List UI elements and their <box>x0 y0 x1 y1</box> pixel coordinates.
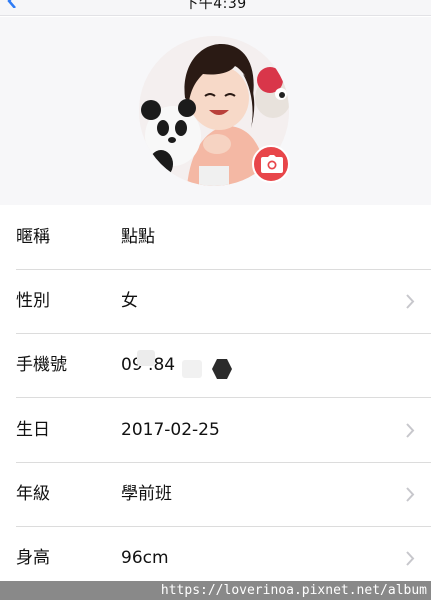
row-nickname[interactable]: 暱稱 點點 <box>0 205 431 269</box>
phone-label: 手機號 <box>16 355 67 375</box>
gender-label: 性別 <box>16 291 50 311</box>
row-grade[interactable]: 年級 學前班 <box>0 462 431 526</box>
chevron-right-icon <box>406 294 415 309</box>
birthday-label: 生日 <box>16 420 50 440</box>
gender-value: 女 <box>121 291 138 311</box>
row-gender[interactable]: 性別 女 <box>0 269 431 333</box>
row-birthday[interactable]: 生日 2017-02-25 <box>0 398 431 462</box>
change-photo-button[interactable] <box>252 145 290 183</box>
chevron-right-icon <box>406 551 415 566</box>
nickname-value: 點點 <box>121 227 155 247</box>
nickname-label: 暱稱 <box>16 227 50 247</box>
watermark-text: https://loverinoa.pixnet.net/album <box>160 583 427 598</box>
privacy-mask-hexagon <box>212 359 232 379</box>
status-time: 下午4:39 <box>184 0 247 12</box>
birthday-value: 2017-02-25 <box>121 420 220 440</box>
grade-value: 學前班 <box>121 484 172 504</box>
privacy-mask <box>137 350 155 366</box>
chevron-right-icon <box>406 487 415 502</box>
watermark-bar: https://loverinoa.pixnet.net/album <box>0 581 431 600</box>
privacy-mask <box>182 360 202 378</box>
status-bar: 下午4:39 <box>0 0 431 16</box>
grade-label: 年級 <box>16 484 50 504</box>
chevron-right-icon <box>406 423 415 438</box>
camera-icon <box>261 155 283 173</box>
